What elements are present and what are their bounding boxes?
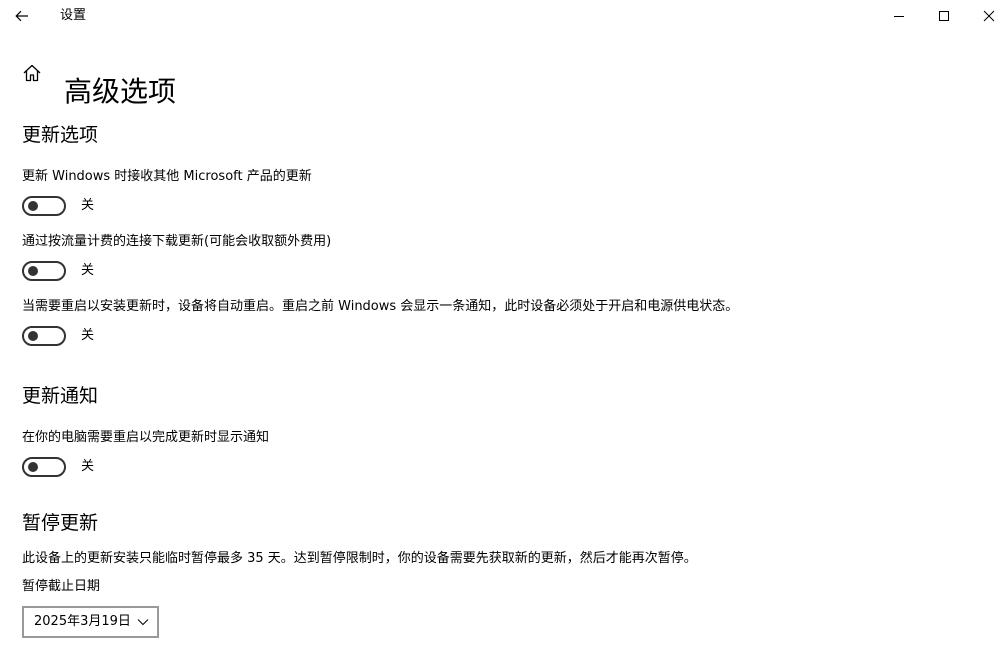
maximize-button[interactable] bbox=[921, 0, 967, 32]
toggle-knob bbox=[28, 201, 38, 211]
setting-label-auto-restart: 当需要重启以安装更新时，设备将自动重启。重启之前 Windows 会显示一条通知… bbox=[22, 299, 739, 314]
pause-date-label: 暂停截止日期 bbox=[22, 579, 101, 594]
home-button[interactable] bbox=[20, 61, 44, 85]
app-title: 设置 bbox=[60, 8, 87, 23]
setting-label-other-products: 更新 Windows 时接收其他 Microsoft 产品的更新 bbox=[22, 169, 312, 184]
section-title-update-notifications: 更新通知 bbox=[22, 385, 99, 407]
home-icon bbox=[23, 64, 41, 82]
toggle-restart-notification[interactable] bbox=[22, 457, 66, 477]
section-title-update-options: 更新选项 bbox=[22, 124, 99, 146]
section-title-pause-updates: 暂停更新 bbox=[22, 512, 99, 534]
toggle-metered-connection[interactable] bbox=[22, 261, 66, 281]
title-bar: 设置 bbox=[0, 0, 1000, 32]
back-arrow-icon bbox=[15, 10, 28, 22]
back-button[interactable] bbox=[8, 4, 36, 28]
pause-date-value: 2025年3月19日 bbox=[34, 614, 131, 629]
toggle-other-products[interactable] bbox=[22, 196, 66, 216]
pause-description: 此设备上的更新安装只能临时暂停最多 35 天。达到暂停限制时，你的设备需要先获取… bbox=[22, 551, 697, 566]
close-button[interactable] bbox=[966, 0, 1000, 32]
setting-label-restart-notification: 在你的电脑需要重启以完成更新时显示通知 bbox=[22, 430, 270, 445]
setting-label-metered-connection: 通过按流量计费的连接下载更新(可能会收取额外费用) bbox=[22, 234, 332, 249]
minimize-button[interactable] bbox=[876, 0, 922, 32]
minimize-icon bbox=[894, 16, 904, 17]
toggle-state-label: 关 bbox=[81, 328, 95, 343]
chevron-down-icon bbox=[137, 619, 149, 626]
close-icon bbox=[983, 10, 995, 22]
toggle-knob bbox=[28, 331, 38, 341]
toggle-auto-restart[interactable] bbox=[22, 326, 66, 346]
maximize-icon bbox=[939, 11, 949, 21]
toggle-state-label: 关 bbox=[81, 198, 95, 213]
toggle-knob bbox=[28, 462, 38, 472]
toggle-row-other-products: 关 bbox=[22, 195, 94, 217]
toggle-row-metered-connection: 关 bbox=[22, 260, 94, 282]
toggle-state-label: 关 bbox=[81, 459, 95, 474]
pause-date-dropdown[interactable]: 2025年3月19日 bbox=[22, 606, 159, 638]
toggle-row-auto-restart: 关 bbox=[22, 325, 94, 347]
toggle-row-restart-notification: 关 bbox=[22, 456, 94, 478]
toggle-state-label: 关 bbox=[81, 263, 95, 278]
page-title: 高级选项 bbox=[64, 74, 177, 108]
toggle-knob bbox=[28, 266, 38, 276]
